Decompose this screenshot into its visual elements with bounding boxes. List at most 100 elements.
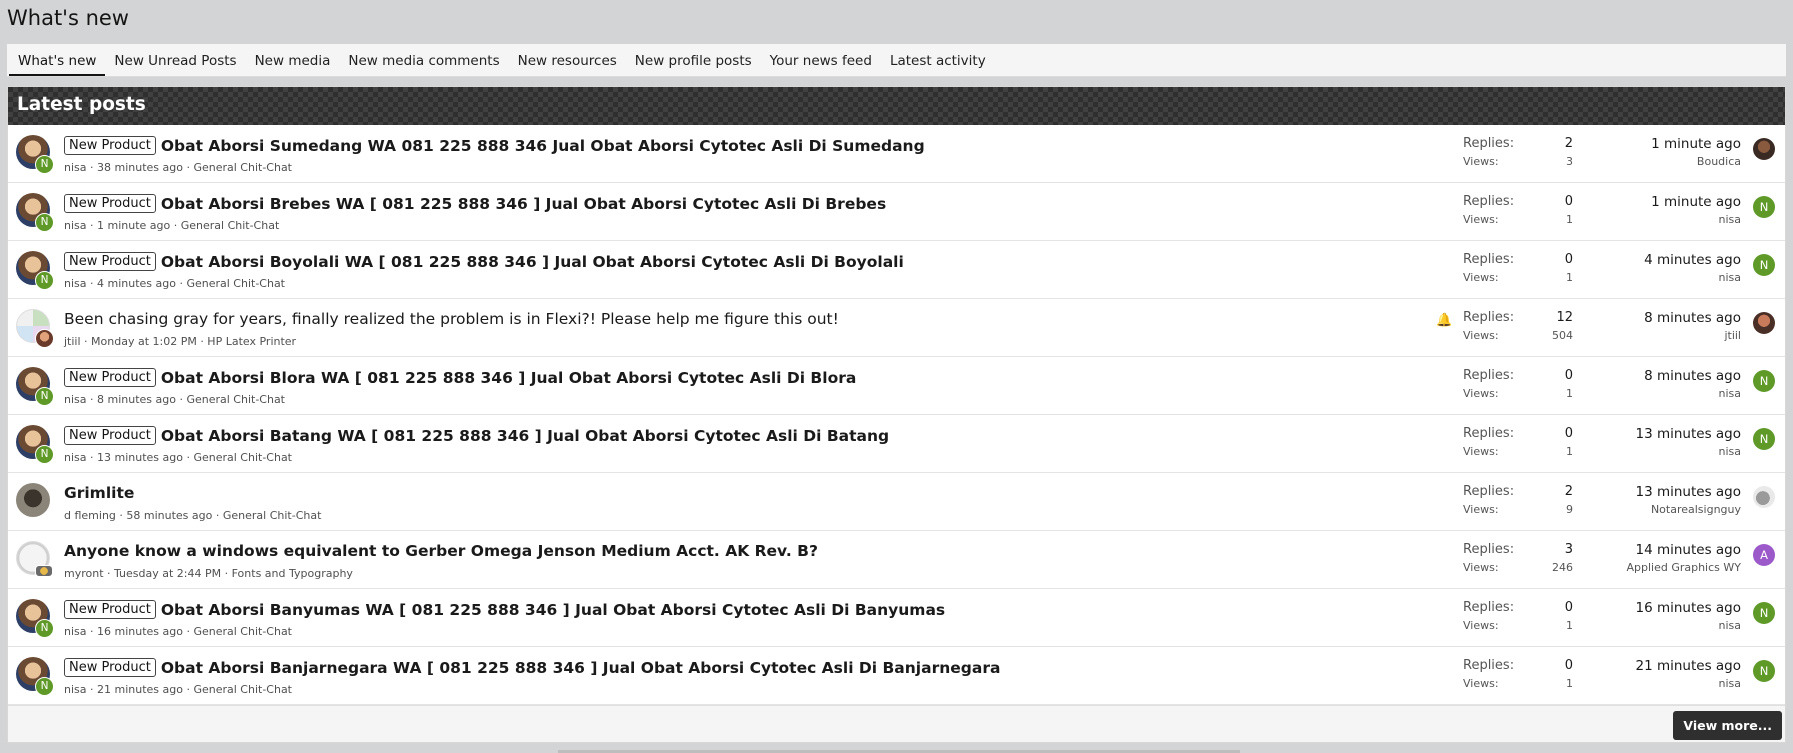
tab-your-news-feed[interactable]: Your news feed xyxy=(761,44,881,76)
block-footer: View more... xyxy=(8,705,1785,742)
latest-time[interactable]: 1 minute ago xyxy=(1651,136,1741,152)
tab-whats-new[interactable]: What's new xyxy=(9,44,106,76)
latest-reply: 8 minutes ago jtiil xyxy=(1644,310,1741,342)
latest-reply: 13 minutes ago Notarealsignguy xyxy=(1635,484,1741,516)
latest-user[interactable]: nisa xyxy=(1644,387,1742,400)
thread-stats: Replies: 2 Views: 3 xyxy=(1463,136,1573,168)
replies-count: 0 xyxy=(1564,600,1573,615)
thread-title[interactable]: Obat Aborsi Batang WA [ 081 225 888 346 … xyxy=(161,427,889,445)
latest-time[interactable]: 1 minute ago xyxy=(1651,194,1741,210)
latest-avatar[interactable] xyxy=(1753,312,1775,334)
latest-avatar[interactable] xyxy=(1753,486,1775,508)
latest-time[interactable]: 13 minutes ago xyxy=(1635,426,1741,442)
views-label: Views: xyxy=(1463,561,1499,574)
views-label: Views: xyxy=(1463,213,1499,226)
avatar-badge[interactable]: N xyxy=(35,155,54,174)
tab-new-resources[interactable]: New resources xyxy=(509,44,626,76)
avatar-badge[interactable]: N xyxy=(35,387,54,406)
thread-meta[interactable]: nisa · 4 minutes ago · General Chit-Chat xyxy=(64,277,285,290)
thread-meta[interactable]: nisa · 21 minutes ago · General Chit-Cha… xyxy=(64,683,292,696)
latest-avatar[interactable] xyxy=(1753,138,1775,160)
thread-meta[interactable]: d fleming · 58 minutes ago · General Chi… xyxy=(64,509,321,522)
latest-avatar[interactable]: N xyxy=(1753,602,1775,624)
latest-avatar[interactable]: N xyxy=(1753,254,1775,276)
replies-count: 2 xyxy=(1564,484,1573,499)
latest-posts-block: Latest posts N New Product Obat Aborsi S… xyxy=(7,86,1786,743)
latest-time[interactable]: 14 minutes ago xyxy=(1626,542,1741,558)
thread-meta[interactable]: nisa · 13 minutes ago · General Chit-Cha… xyxy=(64,451,292,464)
replies-label: Replies: xyxy=(1463,194,1515,209)
avatar-badge[interactable] xyxy=(35,565,53,577)
replies-count: 0 xyxy=(1564,252,1573,267)
thread-meta[interactable]: myront · Tuesday at 2:44 PM · Fonts and … xyxy=(64,567,353,580)
latest-user[interactable]: Notarealsignguy xyxy=(1635,503,1741,516)
tab-new-media[interactable]: New media xyxy=(246,44,340,76)
latest-avatar[interactable]: N xyxy=(1753,196,1775,218)
latest-avatar[interactable]: A xyxy=(1753,544,1775,566)
latest-time[interactable]: 13 minutes ago xyxy=(1635,484,1741,500)
views-label: Views: xyxy=(1463,619,1499,632)
tab-new-unread-posts[interactable]: New Unread Posts xyxy=(105,44,245,76)
latest-time[interactable]: 8 minutes ago xyxy=(1644,310,1741,326)
tab-new-profile-posts[interactable]: New profile posts xyxy=(626,44,761,76)
thread-prefix[interactable]: New Product xyxy=(64,600,156,619)
avatar[interactable] xyxy=(16,483,50,517)
thread-stats: Replies: 0 Views: 1 xyxy=(1463,252,1573,284)
latest-user[interactable]: nisa xyxy=(1635,619,1742,632)
latest-avatar[interactable]: N xyxy=(1753,660,1775,682)
latest-time[interactable]: 8 minutes ago xyxy=(1644,368,1741,384)
thread-title[interactable]: Anyone know a windows equivalent to Gerb… xyxy=(64,542,818,560)
thread-title[interactable]: Obat Aborsi Banyumas WA [ 081 225 888 34… xyxy=(161,601,945,619)
avatar-badge[interactable]: N xyxy=(35,213,54,232)
thread-title-line: New Product Obat Aborsi Batang WA [ 081 … xyxy=(64,426,1465,445)
thread-meta[interactable]: nisa · 1 minute ago · General Chit-Chat xyxy=(64,219,279,232)
thread-meta[interactable]: jtiil · Monday at 1:02 PM · HP Latex Pri… xyxy=(64,335,296,348)
thread-title-line: Grimlite xyxy=(64,484,1465,502)
thread-title[interactable]: Been chasing gray for years, finally rea… xyxy=(64,310,839,328)
avatar-badge[interactable]: N xyxy=(35,677,54,696)
thread-prefix[interactable]: New Product xyxy=(64,252,156,271)
avatar-badge[interactable]: N xyxy=(35,271,54,290)
thread-prefix[interactable]: New Product xyxy=(64,368,156,387)
latest-user[interactable]: jtiil xyxy=(1644,329,1741,342)
tab-new-media-comments[interactable]: New media comments xyxy=(339,44,508,76)
thread-title-line: Been chasing gray for years, finally rea… xyxy=(64,310,1465,328)
latest-user[interactable]: Boudica xyxy=(1651,155,1741,168)
latest-user[interactable]: nisa xyxy=(1635,677,1742,690)
thread-prefix[interactable]: New Product xyxy=(64,136,156,155)
latest-avatar[interactable]: N xyxy=(1753,428,1775,450)
thread-title[interactable]: Grimlite xyxy=(64,484,134,502)
latest-user[interactable]: nisa xyxy=(1635,445,1742,458)
latest-time[interactable]: 4 minutes ago xyxy=(1644,252,1741,268)
replies-label: Replies: xyxy=(1463,658,1515,673)
latest-user[interactable]: Applied Graphics WY xyxy=(1626,561,1741,574)
thread-meta[interactable]: nisa · 38 minutes ago · General Chit-Cha… xyxy=(64,161,292,174)
avatar-badge[interactable]: N xyxy=(35,445,54,464)
thread-title[interactable]: Obat Aborsi Banjarnegara WA [ 081 225 88… xyxy=(161,659,1001,677)
thread-row: N New Product Obat Aborsi Banjarnegara W… xyxy=(8,647,1785,705)
thread-title[interactable]: Obat Aborsi Brebes WA [ 081 225 888 346 … xyxy=(161,195,886,213)
latest-time[interactable]: 16 minutes ago xyxy=(1635,600,1741,616)
thread-title[interactable]: Obat Aborsi Boyolali WA [ 081 225 888 34… xyxy=(161,253,904,271)
thread-title[interactable]: Obat Aborsi Sumedang WA 081 225 888 346 … xyxy=(161,137,925,155)
avatar-badge[interactable]: N xyxy=(35,619,54,638)
views-count: 1 xyxy=(1566,213,1573,226)
thread-title[interactable]: Obat Aborsi Blora WA [ 081 225 888 346 ]… xyxy=(161,369,856,387)
thread-prefix[interactable]: New Product xyxy=(64,194,156,213)
latest-time[interactable]: 21 minutes ago xyxy=(1635,658,1741,674)
tab-latest-activity[interactable]: Latest activity xyxy=(881,44,995,76)
thread-meta[interactable]: nisa · 8 minutes ago · General Chit-Chat xyxy=(64,393,285,406)
thread-row: N New Product Obat Aborsi Banyumas WA [ … xyxy=(8,589,1785,647)
replies-label: Replies: xyxy=(1463,368,1515,383)
replies-label: Replies: xyxy=(1463,310,1515,325)
thread-prefix[interactable]: New Product xyxy=(64,658,156,677)
thread-meta[interactable]: nisa · 16 minutes ago · General Chit-Cha… xyxy=(64,625,292,638)
thread-prefix[interactable]: New Product xyxy=(64,426,156,445)
latest-avatar[interactable]: N xyxy=(1753,370,1775,392)
replies-count: 0 xyxy=(1564,194,1573,209)
latest-user[interactable]: nisa xyxy=(1644,271,1742,284)
thread-row: Grimlite d fleming · 58 minutes ago · Ge… xyxy=(8,473,1785,531)
latest-user[interactable]: nisa xyxy=(1651,213,1742,226)
avatar-badge[interactable] xyxy=(35,329,54,348)
view-more-button[interactable]: View more... xyxy=(1673,711,1782,740)
